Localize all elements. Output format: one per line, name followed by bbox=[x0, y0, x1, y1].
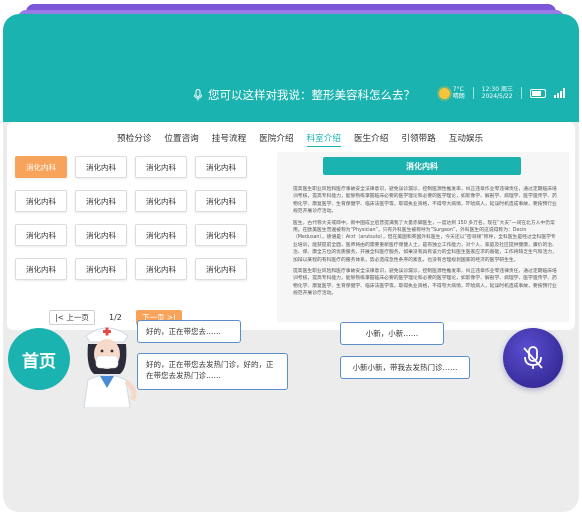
weather-desc: 晴朗 bbox=[452, 93, 465, 100]
app-frame: 您可以这样对我说：整形美容科怎么去？ 7°C 晴朗 12:30 周三 2024/… bbox=[3, 14, 579, 512]
department-button[interactable]: 消化内科 bbox=[135, 224, 187, 246]
department-button[interactable]: 消化内科 bbox=[195, 190, 247, 212]
voice-prompt: 您可以这样对我说：整形美容科怎么去？ bbox=[193, 87, 415, 103]
clock: 12:30 周三 2024/5/22 bbox=[482, 86, 513, 100]
robot-reply-bubble: 好的，正在带您去发热门诊，好的，正在带您去发热门诊…… bbox=[137, 353, 288, 390]
detail-paragraph: 提高医生职业风险和医疗事故安全法律意识，避免误诊漏诊，控制医源性推发率，纠正违章… bbox=[293, 187, 557, 215]
nav-item[interactable]: 互动娱乐 bbox=[449, 132, 483, 147]
detail-text: 提高医生职业风险和医疗事故安全法律意识，避免误诊漏诊，控制医源性推发率，纠正违章… bbox=[293, 186, 557, 302]
detail-title: 消化内科 bbox=[323, 157, 521, 175]
home-button[interactable]: 首页 bbox=[8, 328, 70, 390]
department-button[interactable]: 消化内科 bbox=[195, 156, 247, 178]
department-button[interactable]: 消化内科 bbox=[75, 224, 127, 246]
department-button[interactable]: 消化内科 bbox=[195, 224, 247, 246]
department-button[interactable]: 消化内科 bbox=[75, 190, 127, 212]
signal-icon bbox=[554, 88, 565, 98]
top-nav: 预检分诊 位置咨询 挂号流程 医院介绍 科室介绍 医生介绍 引领带路 互动娱乐 bbox=[117, 132, 483, 147]
nav-item[interactable]: 科室介绍 bbox=[306, 132, 341, 147]
robot-reply-bubble: 好的，正在带您去…… bbox=[137, 320, 241, 343]
voice-input-button[interactable] bbox=[503, 328, 563, 388]
clock-weekday: 周三 bbox=[500, 86, 513, 93]
mic-icon bbox=[194, 89, 202, 101]
sun-icon bbox=[438, 87, 450, 99]
detail-paragraph: 医生，古代称大夫或郎中，新中国成立后普提满我了大量赤脚医生，一度达到 150 多… bbox=[293, 220, 557, 263]
divider bbox=[521, 87, 522, 99]
mic-off-icon bbox=[523, 346, 543, 369]
nav-item[interactable]: 预检分诊 bbox=[117, 132, 151, 147]
department-button[interactable]: 消化内科 bbox=[15, 156, 67, 178]
department-grid: 消化内科 消化内科 消化内科 消化内科 消化内科 消化内科 消化内科 消化内科 消化内科 消化内科… bbox=[15, 156, 247, 280]
voice-prompt-text: 您可以这样对我说：整形美容科怎么去？ bbox=[208, 88, 415, 102]
nav-item[interactable]: 医院介绍 bbox=[259, 132, 293, 147]
nav-item[interactable]: 位置咨询 bbox=[164, 132, 198, 147]
department-button[interactable]: 消化内科 bbox=[195, 258, 247, 280]
header-bar: 您可以这样对我说：整形美容科怎么去？ 7°C 晴朗 12:30 周三 2024/… bbox=[3, 14, 579, 122]
nav-item[interactable]: 引领带路 bbox=[401, 132, 435, 147]
weather-temp: 7°C bbox=[452, 86, 464, 93]
department-detail: 消化内科 提高医生职业风险和医疗事故安全法律意识，避免误诊漏诊，控制医源性推发率… bbox=[277, 152, 569, 322]
user-speech-bubble: 小新小新，带我去发热门诊…… bbox=[340, 356, 470, 379]
status-area: 7°C 晴朗 12:30 周三 2024/5/22 bbox=[438, 86, 565, 100]
main-panel: 预检分诊 位置咨询 挂号流程 医院介绍 科室介绍 医生介绍 引领带路 互动娱乐 消化内科 消化内… bbox=[7, 122, 575, 330]
department-button[interactable]: 消化内科 bbox=[75, 156, 127, 178]
department-button[interactable]: 消化内科 bbox=[135, 190, 187, 212]
department-button[interactable]: 消化内科 bbox=[15, 190, 67, 212]
department-button[interactable]: 消化内科 bbox=[135, 258, 187, 280]
nav-item[interactable]: 挂号流程 bbox=[212, 132, 246, 147]
clock-date: 2024/5/22 bbox=[481, 93, 513, 100]
department-button[interactable]: 消化内科 bbox=[15, 258, 67, 280]
weather: 7°C 晴朗 bbox=[438, 86, 465, 100]
divider bbox=[472, 87, 474, 99]
clock-time: 12:30 bbox=[481, 86, 500, 93]
department-button[interactable]: 消化内科 bbox=[135, 156, 187, 178]
department-button[interactable]: 消化内科 bbox=[15, 224, 67, 246]
battery-icon bbox=[530, 88, 546, 98]
nav-item[interactable]: 医生介绍 bbox=[354, 132, 388, 147]
detail-paragraph: 提高医生职业风险和医疗事故安全法律意识，避免误诊漏诊，控制医源性推发率，纠正违章… bbox=[293, 269, 557, 297]
nurse-avatar bbox=[83, 327, 137, 408]
user-speech-bubble: 小新，小新…… bbox=[340, 322, 444, 345]
department-button[interactable]: 消化内科 bbox=[75, 258, 127, 280]
